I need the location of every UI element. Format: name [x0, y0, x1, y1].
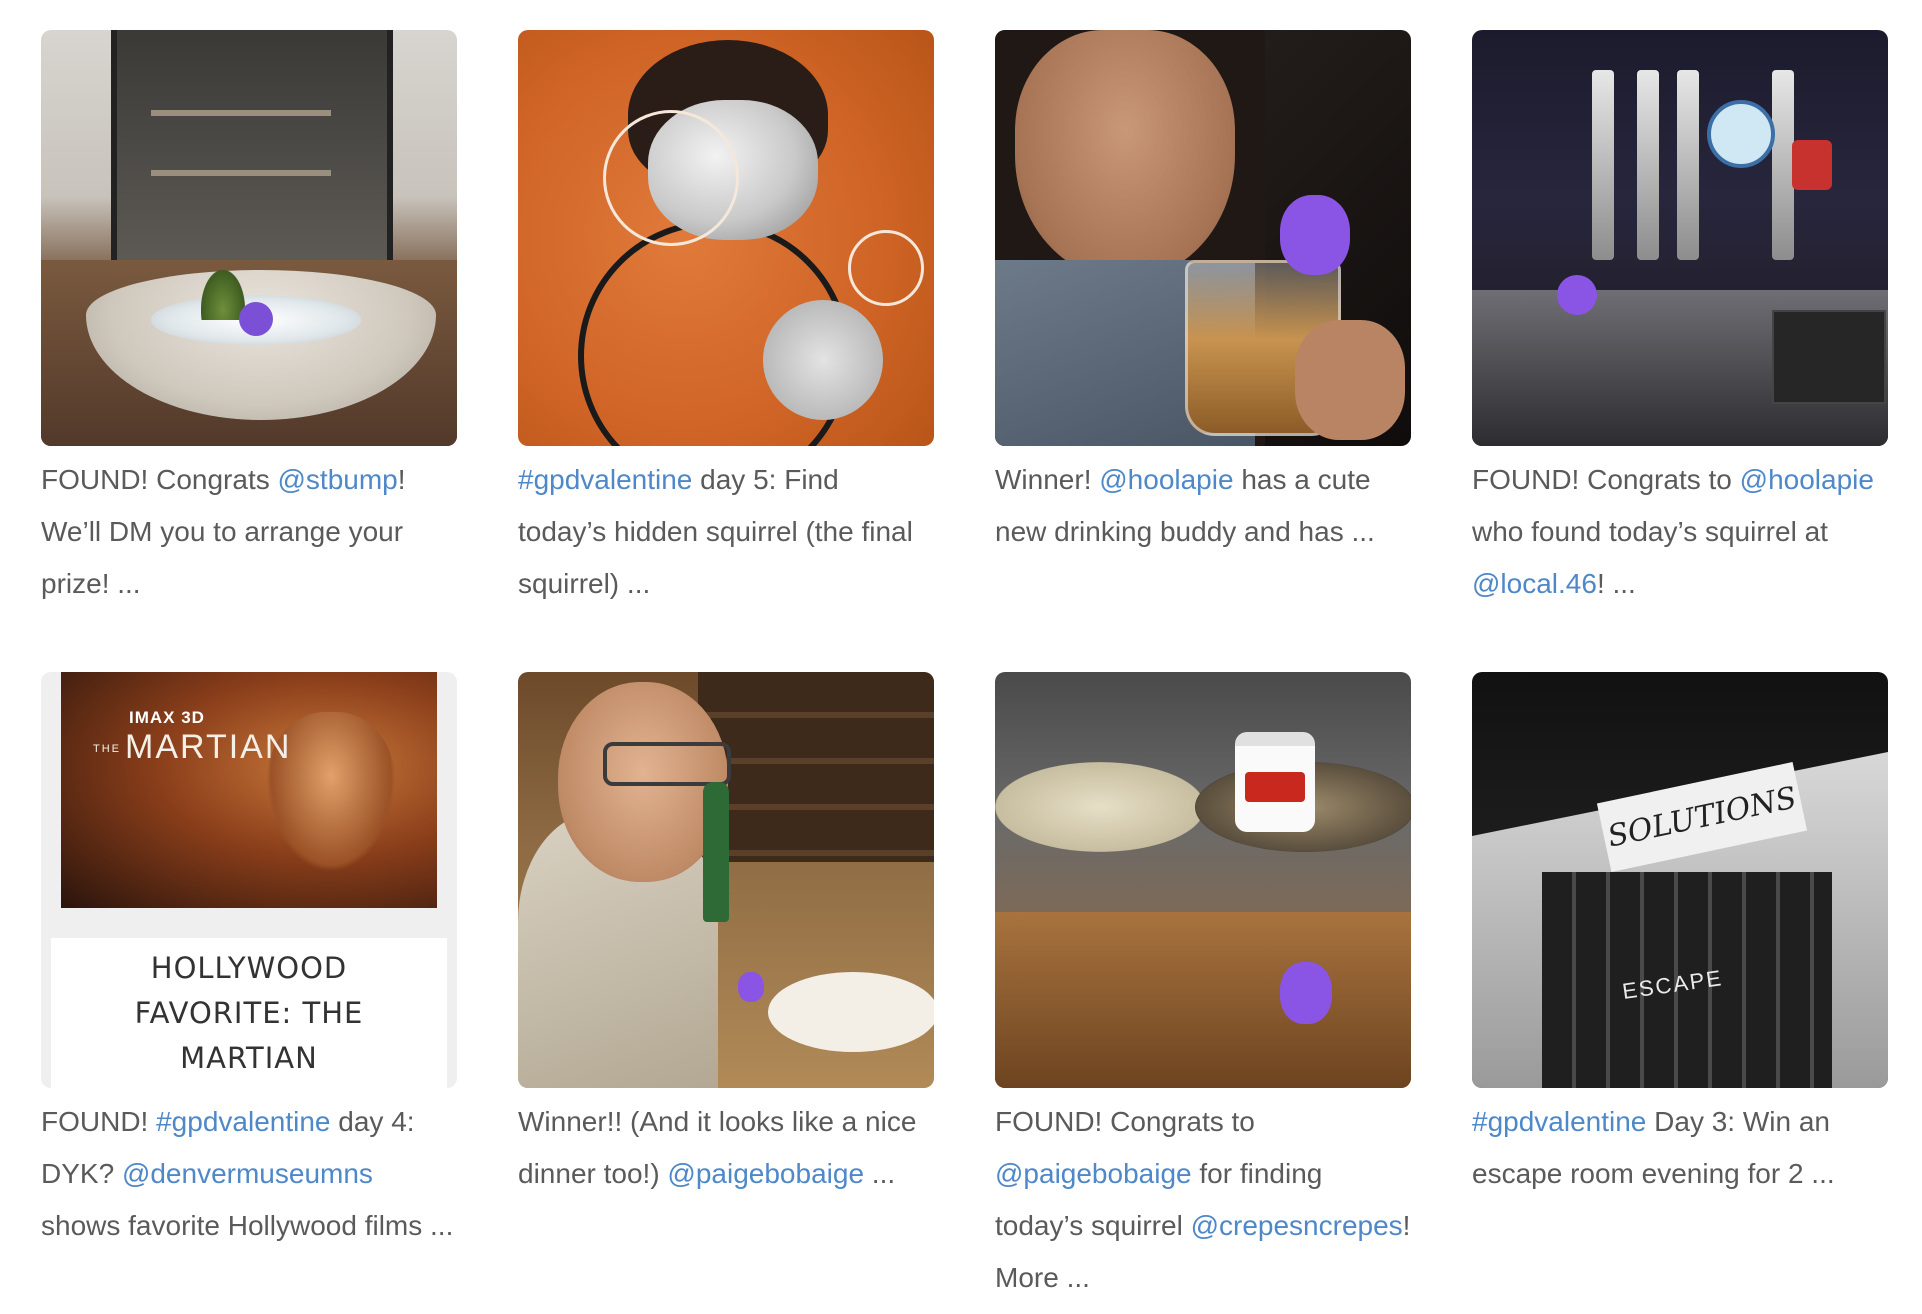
beer-tap: [1677, 70, 1699, 260]
post-caption: Winner!! (And it looks like a nice dinne…: [518, 1106, 917, 1189]
face: [1015, 30, 1235, 280]
feed-card: Winner! @hoolapie has a cute new drinkin…: [995, 30, 1411, 672]
post-caption: FOUND! Congrats @stbump! We’ll DM you to…: [41, 464, 406, 599]
post-photo[interactable]: [41, 30, 457, 446]
feed-card: Winner!! (And it looks like a nice dinne…: [518, 672, 934, 1314]
feed-card: FOUND! Congrats to @hoolapie who found t…: [1472, 30, 1888, 672]
post-caption: Winner! @hoolapie has a cute new drinkin…: [995, 464, 1375, 547]
purple-squirrel: [1280, 195, 1350, 275]
post-caption: FOUND! Congrats to @hoolapie who found t…: [1472, 464, 1874, 599]
post-photo[interactable]: [1472, 30, 1888, 446]
nutella-jar: [1235, 732, 1315, 832]
post-photo[interactable]: IMAX 3D THE MARTIAN HOLLYWOOD FAVORITE: T…: [41, 672, 457, 1088]
user-link[interactable]: @paigebobaige: [667, 1158, 864, 1189]
hashtag-link[interactable]: #gpdvalentine: [1472, 1106, 1646, 1137]
feed-grid: FOUND! Congrats @stbump! We’ll DM you to…: [41, 30, 1889, 1314]
feed-card: FOUND! Congrats to @paigebobaige for fin…: [995, 672, 1411, 1314]
movie-title: THE MARTIAN: [93, 728, 292, 766]
hashtag-link[interactable]: #gpdvalentine: [156, 1106, 330, 1137]
chalkboard: [1772, 310, 1886, 404]
movie-poster: [61, 672, 437, 908]
user-link[interactable]: @stbump: [278, 464, 398, 495]
user-link[interactable]: @denvermuseumns: [122, 1158, 373, 1189]
post-photo[interactable]: [518, 30, 934, 446]
user-link[interactable]: @crepesncrepes: [1191, 1210, 1403, 1241]
shop-window: [111, 30, 393, 260]
promo-title: HOLLYWOOD FAVORITE: THE MARTIAN: [134, 950, 364, 1075]
user-link[interactable]: @paigebobaige: [995, 1158, 1192, 1189]
promo-panel: HOLLYWOOD FAVORITE: THE MARTIAN: [51, 938, 447, 1088]
dinner-plate: [768, 972, 934, 1052]
beer-tap: [1592, 70, 1614, 260]
feed-card: SOLUTIONS ESCAPE #gpdvalentine Day 3: Wi…: [1472, 672, 1888, 1314]
purple-squirrel: [1557, 275, 1597, 315]
post-caption: FOUND! Congrats to @paigebobaige for fin…: [995, 1106, 1411, 1293]
feed-card: FOUND! Congrats @stbump! We’ll DM you to…: [41, 30, 457, 672]
hashtag-link[interactable]: #gpdvalentine: [518, 464, 692, 495]
post-photo[interactable]: [995, 30, 1411, 446]
feed-card: IMAX 3D THE MARTIAN HOLLYWOOD FAVORITE: T…: [41, 672, 457, 1314]
feed-card: #gpdvalentine day 5: Find today’s hidden…: [518, 30, 934, 672]
post-photo[interactable]: SOLUTIONS ESCAPE: [1472, 672, 1888, 1088]
post-caption: #gpdvalentine Day 3: Win an escape room …: [1472, 1106, 1835, 1189]
crepe-griddle: [995, 762, 1205, 852]
purple-squirrel: [1280, 962, 1332, 1024]
user-link[interactable]: @local.46: [1472, 568, 1597, 599]
post-photo[interactable]: [518, 672, 934, 1088]
post-caption: #gpdvalentine day 5: Find today’s hidden…: [518, 464, 913, 599]
beer-tap: [1772, 70, 1794, 260]
post-caption: FOUND! #gpdvalentine day 4: DYK? @denver…: [41, 1106, 454, 1241]
purple-squirrel: [239, 302, 273, 336]
purple-squirrel: [738, 972, 764, 1002]
user-link[interactable]: @hoolapie: [1099, 464, 1233, 495]
post-photo[interactable]: [995, 672, 1411, 1088]
user-link[interactable]: @hoolapie: [1740, 464, 1874, 495]
beer-tap: [1637, 70, 1659, 260]
imax-label: IMAX 3D: [129, 708, 205, 727]
